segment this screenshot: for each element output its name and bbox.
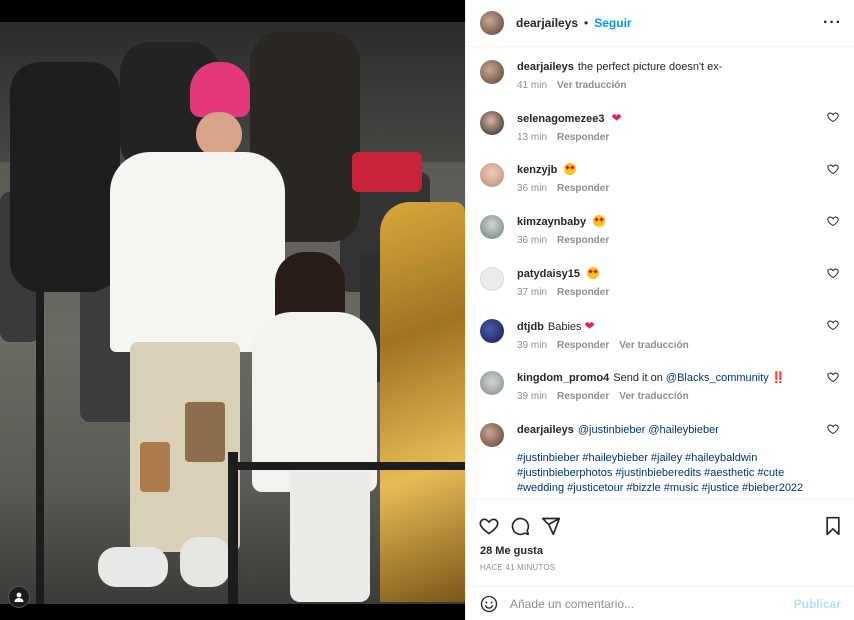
author-avatar[interactable]: [480, 11, 504, 35]
like-comment-heart-icon[interactable]: [827, 267, 839, 279]
comment-time[interactable]: 36 min: [517, 235, 547, 246]
star-struck-emoji-icon: [593, 215, 606, 227]
avatar[interactable]: [480, 163, 504, 187]
comment-input[interactable]: [510, 596, 786, 611]
post-header: dearjaileys • Seguir ···: [466, 0, 854, 47]
smiley-icon[interactable]: [480, 595, 498, 613]
comment-username[interactable]: patydaisy15: [517, 268, 580, 280]
post-actions: 28 Me gusta HACE 41 MINUTOS: [466, 499, 854, 585]
list-item: kingdom_promo4 Send it on @Blacks_communi…: [480, 371, 845, 402]
post-timestamp[interactable]: HACE 41 MINUTOS: [466, 557, 854, 572]
comment-username[interactable]: dearjaileys: [517, 424, 574, 436]
like-comment-heart-icon[interactable]: [827, 215, 839, 227]
avatar[interactable]: [480, 215, 504, 239]
avatar[interactable]: [480, 423, 504, 447]
comment-text: Send it on: [613, 372, 663, 384]
follow-button[interactable]: Seguir: [594, 16, 631, 30]
like-comment-heart-icon[interactable]: [827, 111, 839, 123]
reply-link[interactable]: Responder: [557, 391, 609, 402]
hashtag-list[interactable]: #justinbieber #haileybieber #jailey #hai…: [517, 451, 817, 496]
translate-link[interactable]: Ver traducción: [619, 391, 688, 402]
reply-link[interactable]: Responder: [557, 235, 609, 246]
comment-time[interactable]: 37 min: [517, 287, 547, 298]
comment-time[interactable]: 41 min: [517, 80, 547, 91]
post-side-panel: dearjaileys • Seguir ··· dearjaileys the …: [465, 0, 854, 620]
reply-link[interactable]: Responder: [557, 340, 609, 351]
list-item: dearjaileys @justinbieber @haileybieber #…: [480, 423, 845, 496]
likes-count[interactable]: 28 Me gusta: [466, 540, 854, 557]
star-struck-emoji-icon: [586, 267, 599, 279]
post-photo[interactable]: [0, 22, 465, 604]
like-comment-heart-icon[interactable]: [827, 423, 839, 435]
comment-time[interactable]: 36 min: [517, 183, 547, 194]
paper-plane-icon[interactable]: [541, 516, 561, 536]
comment-username[interactable]: kimzaynbaby: [517, 216, 586, 228]
reply-link[interactable]: Responder: [557, 132, 609, 143]
comment-username[interactable]: selenagomezee3: [517, 113, 604, 125]
list-item: patydaisy15 37 min Responder: [480, 267, 845, 298]
like-comment-heart-icon[interactable]: [827, 371, 839, 383]
red-heart-emoji-icon: ❤: [584, 319, 595, 333]
post-media: [0, 0, 465, 620]
comment-username[interactable]: kenzyjb: [517, 164, 557, 176]
star-struck-emoji-icon: [564, 163, 577, 175]
reply-link[interactable]: Responder: [557, 287, 609, 298]
list-item: kimzaynbaby 36 min Responder: [480, 215, 845, 246]
red-heart-emoji-icon: ❤: [611, 111, 622, 125]
list-item: selenagomezee3 ❤ 13 min Responder: [480, 111, 845, 143]
separator-dot: •: [584, 16, 589, 30]
heart-outline-icon[interactable]: [479, 516, 499, 536]
comment-username[interactable]: dtjdb: [517, 321, 544, 333]
publish-button[interactable]: Publicar: [794, 597, 841, 611]
tagged-user-icon[interactable]: [8, 586, 30, 608]
comment-time[interactable]: 39 min: [517, 340, 547, 351]
bookmark-icon[interactable]: [823, 516, 843, 536]
more-horizontal-icon[interactable]: ···: [823, 14, 842, 32]
comment-time[interactable]: 39 min: [517, 391, 547, 402]
avatar[interactable]: [480, 60, 504, 84]
comment-username[interactable]: kingdom_promo4: [517, 372, 609, 384]
reply-link[interactable]: Responder: [557, 183, 609, 194]
mention-link[interactable]: @haileybieber: [648, 424, 719, 436]
avatar[interactable]: [480, 319, 504, 343]
comment-composer: Publicar: [466, 586, 854, 620]
comment-text: the perfect picture doesn't ex-: [577, 61, 723, 73]
comment-bubble-icon[interactable]: [510, 516, 530, 536]
avatar[interactable]: [480, 111, 504, 135]
like-comment-heart-icon[interactable]: [827, 319, 839, 331]
translate-link[interactable]: Ver traducción: [619, 340, 688, 351]
mention-link[interactable]: @justinbieber: [578, 424, 645, 436]
comment-time[interactable]: 13 min: [517, 132, 547, 143]
avatar[interactable]: [480, 371, 504, 395]
double-exclamation-emoji: ‼️: [771, 372, 786, 384]
list-item: dearjaileys the perfect picture doesn't e…: [480, 60, 845, 91]
avatar[interactable]: [480, 267, 504, 291]
comment-username[interactable]: dearjaileys: [517, 61, 574, 73]
translate-link[interactable]: Ver traducción: [557, 80, 626, 91]
author-username[interactable]: dearjaileys: [516, 16, 578, 30]
comment-text: Babies: [547, 321, 582, 333]
list-item: dtjdb Babies ❤ 39 min Responder Ver traducci…: [480, 319, 845, 351]
like-comment-heart-icon[interactable]: [827, 163, 839, 175]
comment-list[interactable]: dearjaileys the perfect picture doesn't e…: [466, 48, 854, 498]
list-item: kenzyjb 36 min Responder: [480, 163, 845, 194]
mention-link[interactable]: @Blacks_community: [666, 372, 769, 384]
